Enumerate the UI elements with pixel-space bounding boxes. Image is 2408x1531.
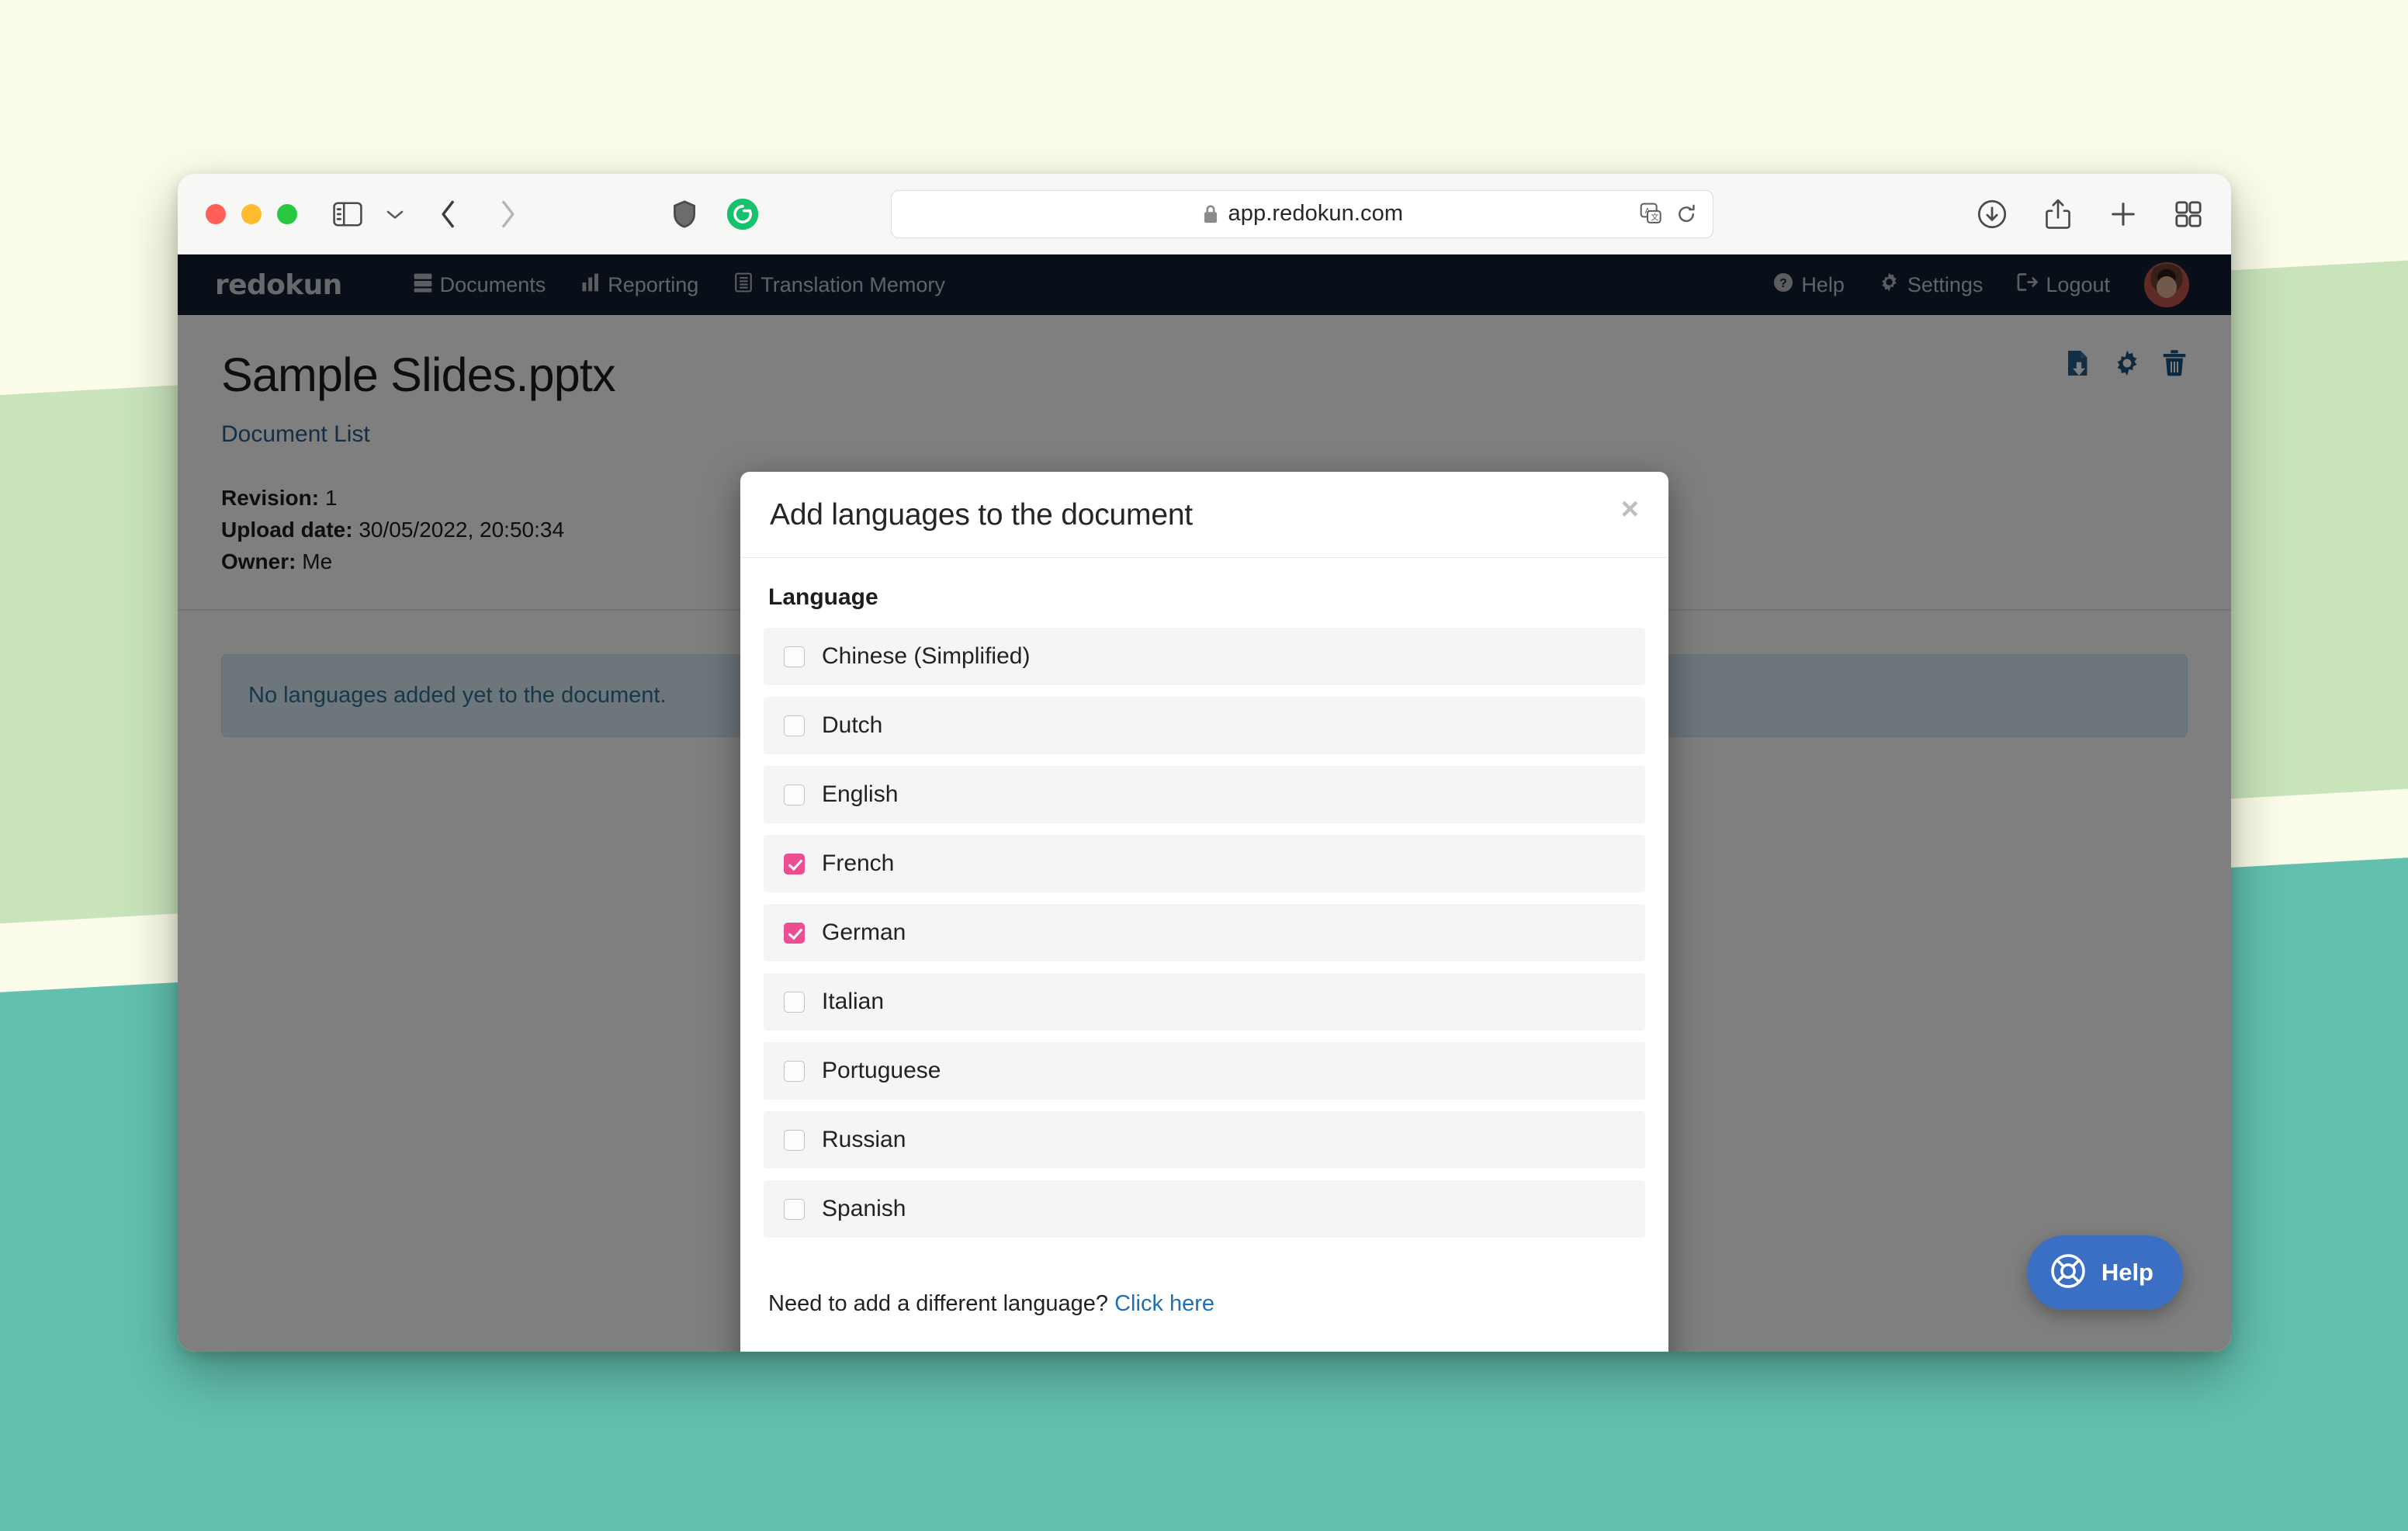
svg-text:文: 文 — [1651, 212, 1659, 222]
sidebar-icon[interactable] — [333, 201, 362, 227]
modal-header: Add languages to the document × — [740, 472, 1668, 558]
click-here-link[interactable]: Click here — [1114, 1291, 1214, 1316]
language-row[interactable]: Chinese (Simplified) — [764, 628, 1645, 685]
language-checkbox[interactable] — [784, 646, 805, 667]
language-name: Portuguese — [822, 1058, 941, 1083]
language-row[interactable]: German — [764, 904, 1645, 961]
language-name: Dutch — [822, 712, 883, 738]
reload-icon[interactable] — [1675, 203, 1697, 225]
language-name: Chinese (Simplified) — [822, 643, 1031, 669]
language-name: English — [822, 781, 899, 807]
help-widget-label: Help — [2101, 1259, 2153, 1286]
language-name: Russian — [822, 1127, 906, 1152]
language-checkbox[interactable] — [784, 784, 805, 805]
maximize-window-button[interactable] — [277, 203, 297, 224]
help-widget[interactable]: Help — [2026, 1235, 2183, 1310]
back-icon[interactable] — [438, 199, 459, 229]
close-window-button[interactable] — [206, 203, 226, 224]
language-name: German — [822, 920, 906, 945]
new-tab-icon[interactable] — [2108, 199, 2138, 229]
browser-window: app.redokun.com A 文 — [178, 174, 2231, 1352]
language-row[interactable]: Dutch — [764, 697, 1645, 754]
language-name: Italian — [822, 989, 885, 1014]
language-checkbox[interactable] — [784, 1060, 805, 1082]
desktop-wallpaper: app.redokun.com A 文 — [0, 0, 2408, 1531]
different-language-note: Need to add a different language? Click … — [740, 1257, 1668, 1352]
shield-icon[interactable] — [673, 199, 696, 228]
language-checkbox[interactable] — [784, 853, 805, 875]
lock-icon — [1202, 203, 1219, 225]
language-checkbox[interactable] — [784, 922, 805, 944]
lifebuoy-icon — [2049, 1252, 2088, 1294]
address-bar[interactable]: app.redokun.com A 文 — [891, 189, 1714, 238]
language-row[interactable]: Portuguese — [764, 1042, 1645, 1100]
add-languages-modal: Add languages to the document × Language… — [740, 472, 1668, 1352]
close-icon[interactable]: × — [1621, 494, 1639, 525]
chevron-down-icon[interactable] — [386, 207, 404, 221]
language-column-header: Language — [768, 584, 878, 610]
translate-icon[interactable]: A 文 — [1640, 203, 1663, 226]
window-traffic-lights — [206, 203, 297, 224]
web-page: redokun Documents — [178, 255, 2231, 1352]
language-list: Chinese (Simplified) Dutch English French Ge… — [764, 628, 1645, 1238]
different-language-text: Need to add a different language? — [768, 1291, 1115, 1316]
language-row[interactable]: Italian — [764, 973, 1645, 1030]
share-icon[interactable] — [2043, 198, 2073, 230]
browser-toolbar: app.redokun.com A 文 — [178, 174, 2231, 255]
language-name: Spanish — [822, 1196, 906, 1221]
modal-title: Add languages to the document — [770, 498, 1193, 532]
url-text: app.redokun.com — [1228, 201, 1404, 226]
language-checkbox[interactable] — [784, 1198, 805, 1220]
language-row[interactable]: Spanish — [764, 1180, 1645, 1238]
language-name: French — [822, 850, 895, 876]
language-checkbox[interactable] — [784, 1129, 805, 1151]
forward-icon[interactable] — [497, 199, 518, 229]
grammarly-icon[interactable] — [726, 197, 760, 231]
language-row[interactable]: English — [764, 766, 1645, 823]
minimize-window-button[interactable] — [241, 203, 262, 224]
modal-body: Language Chinese (Simplified) Dutch Englis… — [740, 558, 1668, 1257]
language-checkbox[interactable] — [784, 991, 805, 1013]
language-checkbox[interactable] — [784, 715, 805, 736]
language-row[interactable]: French — [764, 835, 1645, 892]
tab-overview-icon[interactable] — [2174, 199, 2203, 229]
downloads-icon[interactable] — [1977, 199, 2008, 230]
language-row[interactable]: Russian — [764, 1111, 1645, 1169]
